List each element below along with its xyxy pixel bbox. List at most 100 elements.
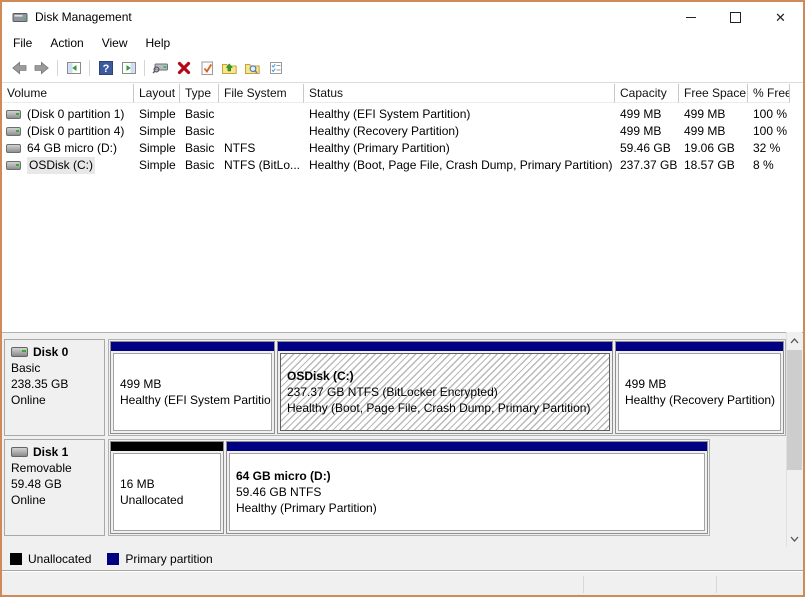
chevron-up-icon <box>790 338 799 344</box>
rescan-drive-button[interactable] <box>149 57 172 80</box>
folder-find-button[interactable] <box>241 57 264 80</box>
file-system-cell: NTFS <box>219 140 304 157</box>
col-layout[interactable]: Layout <box>134 84 180 103</box>
partition-recovery[interactable]: 499 MB Healthy (Recovery Partition) <box>615 341 784 434</box>
volume-list-header: Volume Layout Type File System Status Ca… <box>2 84 803 104</box>
volume-disk-icon <box>6 161 21 170</box>
show-action-pane-button[interactable] <box>117 57 140 80</box>
volume-cell: 64 GB micro (D:) <box>2 140 134 157</box>
partition-label: 64 GB micro (D:) <box>236 468 704 484</box>
window-controls: ✕ <box>668 2 803 32</box>
svg-text:?: ? <box>102 63 109 75</box>
partition-color-bar <box>616 342 783 351</box>
menu-view[interactable]: View <box>93 33 137 53</box>
disk-icon <box>11 447 28 457</box>
type-cell: Basic <box>180 157 219 174</box>
volume-name: OSDisk (C:) <box>27 157 95 174</box>
partition-d-drive[interactable]: 64 GB micro (D:) 59.46 GB NTFS Healthy (… <box>226 441 708 534</box>
free-space-cell: 18.57 GB <box>679 157 748 174</box>
scrollbar-thumb[interactable] <box>787 350 802 470</box>
disk0-partitions: 499 MB Healthy (EFI System Partition) OS… <box>108 339 786 436</box>
partition-color-bar <box>111 342 274 351</box>
volume-row[interactable]: (Disk 0 partition 1) Simple Basic Health… <box>2 106 792 123</box>
free-space-cell: 499 MB <box>679 106 748 123</box>
volume-disk-icon <box>6 110 21 119</box>
type-cell: Basic <box>180 140 219 157</box>
col-volume[interactable]: Volume <box>2 84 134 103</box>
minimize-button[interactable] <box>668 2 713 32</box>
pct-free-cell: 100 % <box>748 106 790 123</box>
status-bar <box>2 571 803 595</box>
partition-size: 237.37 GB NTFS (BitLocker Encrypted) <box>287 384 609 400</box>
back-arrow-icon <box>11 60 27 76</box>
col-free-space[interactable]: Free Space <box>679 84 748 103</box>
legend-bar: Unallocated Primary partition <box>2 547 803 571</box>
volume-row[interactable]: 64 GB micro (D:) Simple Basic NTFS Healt… <box>2 140 792 157</box>
partition-osdisk-c[interactable]: OSDisk (C:) 237.37 GB NTFS (BitLocker En… <box>277 341 613 434</box>
disk1-header-panel[interactable]: Disk 1 Removable 59.48 GB Online <box>4 439 105 536</box>
help-button[interactable]: ? <box>94 57 117 80</box>
volume-row[interactable]: (Disk 0 partition 4) Simple Basic Health… <box>2 123 792 140</box>
partition-status: Healthy (Primary Partition) <box>236 500 704 516</box>
partition-color-bar <box>278 342 612 351</box>
maximize-icon <box>730 12 741 23</box>
partition-unallocated[interactable]: 16 MB Unallocated <box>110 441 224 534</box>
close-icon: ✕ <box>775 11 786 24</box>
col-capacity[interactable]: Capacity <box>615 84 679 103</box>
close-button[interactable]: ✕ <box>758 2 803 32</box>
volume-row-selected[interactable]: OSDisk (C:) Simple Basic NTFS (BitLo... … <box>2 157 792 174</box>
folder-up-button[interactable] <box>218 57 241 80</box>
menu-help[interactable]: Help <box>137 33 180 53</box>
file-system-cell <box>219 123 304 140</box>
volume-cell: (Disk 0 partition 1) <box>2 106 134 123</box>
delete-button[interactable] <box>172 57 195 80</box>
toolbar-separator <box>144 60 145 76</box>
pct-free-cell: 32 % <box>748 140 790 157</box>
disk-drive-icon <box>12 9 28 25</box>
delete-red-x-icon <box>176 60 192 76</box>
status-cell: Healthy (Primary Partition) <box>304 140 615 157</box>
title-bar: Disk Management ✕ <box>2 2 803 32</box>
maximize-button[interactable] <box>713 2 758 32</box>
col-pct-free[interactable]: % Free <box>748 84 790 103</box>
scroll-up-button[interactable] <box>787 332 802 349</box>
volume-cell: OSDisk (C:) <box>2 157 134 174</box>
menu-action[interactable]: Action <box>41 33 92 53</box>
disk0-header-panel[interactable]: Disk 0 Basic 238.35 GB Online <box>4 339 105 436</box>
checkmark-page-icon <box>199 60 215 76</box>
col-file-system[interactable]: File System <box>219 84 304 103</box>
status-cell: Healthy (Boot, Page File, Crash Dump, Pr… <box>304 157 615 174</box>
checkmark-page-button[interactable] <box>195 57 218 80</box>
back-button[interactable] <box>7 57 30 80</box>
disk-type: Removable <box>11 460 104 476</box>
legend-primary-partition: Primary partition <box>107 552 212 566</box>
show-console-tree-button[interactable] <box>62 57 85 80</box>
type-cell: Basic <box>180 106 219 123</box>
scroll-down-button[interactable] <box>787 530 802 547</box>
partition-efi[interactable]: 499 MB Healthy (EFI System Partition) <box>110 341 275 434</box>
folder-up-icon <box>221 60 238 76</box>
layout-cell: Simple <box>134 106 180 123</box>
col-type[interactable]: Type <box>180 84 219 103</box>
legend-label: Unallocated <box>28 552 91 566</box>
col-status[interactable]: Status <box>304 84 615 103</box>
vertical-scrollbar[interactable] <box>786 332 802 547</box>
partition-size: 16 MB <box>120 476 220 492</box>
partition-size: 499 MB <box>120 376 271 392</box>
menu-file[interactable]: File <box>4 33 41 53</box>
partition-status: Healthy (EFI System Partition) <box>120 392 271 408</box>
partition-label: OSDisk (C:) <box>287 368 609 384</box>
disk-size: 59.48 GB <box>11 476 104 492</box>
volume-name: (Disk 0 partition 1) <box>27 106 124 123</box>
disk-name: Disk 1 <box>33 444 68 460</box>
layout-cell: Simple <box>134 140 180 157</box>
window-title: Disk Management <box>35 10 132 24</box>
forward-button[interactable] <box>30 57 53 80</box>
statusbar-separator <box>716 576 717 593</box>
folder-find-icon <box>244 60 261 76</box>
menu-bar: File Action View Help <box>2 32 803 54</box>
checklist-button[interactable] <box>264 57 287 80</box>
disk-size: 238.35 GB <box>11 376 104 392</box>
volume-list: Volume Layout Type File System Status Ca… <box>2 83 803 332</box>
primary-partition-swatch <box>107 553 119 565</box>
